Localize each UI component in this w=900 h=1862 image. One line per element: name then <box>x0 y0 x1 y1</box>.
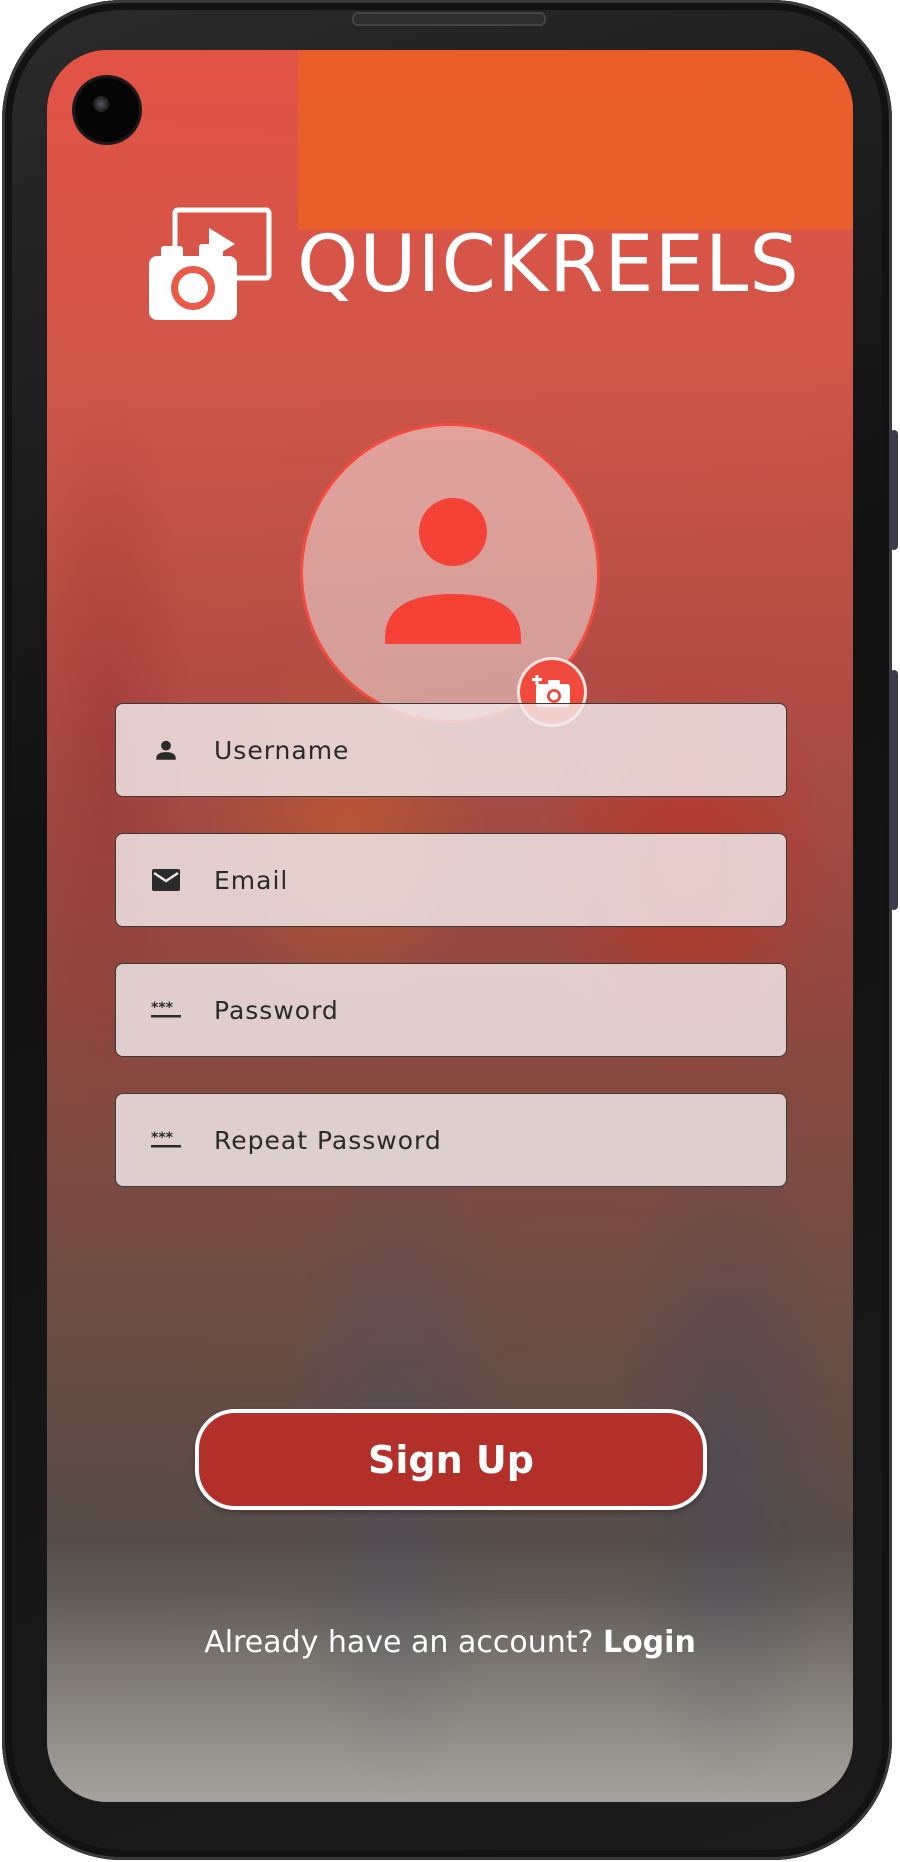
login-prompt-row: Already have an account? Login <box>47 1625 853 1660</box>
username-field[interactable] <box>115 703 787 797</box>
volume-button <box>890 430 898 550</box>
person-icon <box>146 737 186 763</box>
password-field[interactable]: *** <box>115 963 787 1057</box>
login-prompt-text: Already have an account? <box>204 1625 603 1660</box>
repeat-password-input[interactable] <box>212 1124 786 1156</box>
camera-reel-logo-icon <box>147 206 277 324</box>
password-input[interactable] <box>212 994 786 1026</box>
signup-button-label: Sign Up <box>368 1437 534 1482</box>
signup-button[interactable]: Sign Up <box>195 1409 707 1510</box>
username-input[interactable] <box>212 734 786 766</box>
repeat-password-field[interactable]: *** <box>115 1093 787 1187</box>
earpiece-speaker <box>352 12 546 26</box>
mail-icon <box>146 868 186 892</box>
front-camera <box>75 78 139 142</box>
app-logo: QUICKREELS <box>147 200 800 330</box>
phone-frame: QUICKREELS Username Email *** *** Sign U… <box>2 0 898 1860</box>
password-icon: *** <box>146 1000 186 1020</box>
login-link[interactable]: Login <box>603 1625 696 1660</box>
app-name: QUICKREELS <box>297 220 800 310</box>
svg-text:***: *** <box>151 1000 174 1016</box>
password-icon: *** <box>146 1130 186 1150</box>
signup-screen: QUICKREELS Username Email *** *** Sign U… <box>47 50 853 1802</box>
svg-text:***: *** <box>151 1130 174 1146</box>
email-input[interactable] <box>212 864 786 896</box>
power-button <box>890 670 898 910</box>
email-field[interactable] <box>115 833 787 927</box>
